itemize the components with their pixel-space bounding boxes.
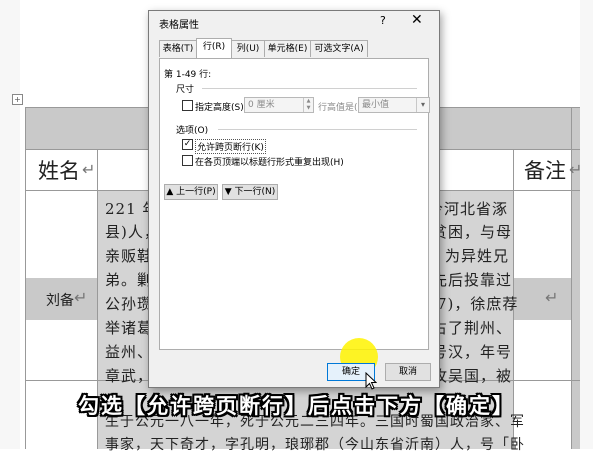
- bio-line-right: 7)，徐庶荐: [437, 295, 519, 313]
- next-row-button[interactable]: ▼ 下一行(N): [222, 184, 278, 200]
- height-value: 0 厘米: [248, 100, 275, 110]
- chevron-down-icon: ▾: [416, 98, 429, 112]
- height-spinner[interactable]: 0 厘米 ▲ ▼: [244, 97, 314, 113]
- tab-row[interactable]: 行(R): [196, 38, 232, 58]
- paragraph-mark-icon: ↵: [74, 288, 88, 307]
- up-arrow-icon: ▲: [166, 187, 177, 197]
- bio-line-right: 攻吴国，被: [432, 367, 513, 385]
- instruction-caption: 勾选【允许跨页断行】后点击下方【确定】: [78, 394, 515, 418]
- mouse-pointer-icon: [365, 372, 377, 390]
- tab-table[interactable]: 表格(T): [159, 40, 197, 57]
- row-name-cell: 刘备: [46, 293, 74, 309]
- allow-row-break-label: 允许跨页断行(K): [195, 139, 266, 154]
- tab-column[interactable]: 列(U): [231, 40, 265, 57]
- header-name-cell: 姓名: [38, 159, 80, 183]
- rows-range-label: 第 1-49 行:: [164, 70, 212, 80]
- cancel-button[interactable]: 取消: [385, 363, 431, 381]
- down-arrow-icon: ▼: [224, 187, 235, 197]
- size-group-divider: [202, 88, 417, 89]
- specify-height-checkbox[interactable]: [182, 100, 193, 111]
- bio-line-right: 贫困，与母: [432, 223, 513, 241]
- options-group-divider: [218, 129, 417, 130]
- row-height-is-select[interactable]: 最小值 ▾: [358, 97, 430, 113]
- paragraph-mark-icon: ↵: [569, 160, 583, 179]
- bio-line-right: 为异姓兄: [445, 247, 510, 265]
- help-icon[interactable]: ?: [380, 14, 386, 27]
- dialog-title: 表格属性: [159, 20, 199, 31]
- paragraph-mark-icon: ↵: [82, 160, 96, 179]
- bio-line-right: 今河北省涿: [428, 200, 509, 218]
- bio-line-right: 号汉，年号: [432, 343, 513, 361]
- bio-line-right: 占了荆州、: [432, 319, 513, 337]
- row-height-is-value: 最小值: [362, 100, 390, 110]
- prev-row-button[interactable]: ▲ 上一行(P): [164, 184, 218, 200]
- repeat-header-label: 在各页顶端以标题行形式重复出现(H): [195, 158, 344, 168]
- prev-row-label: 上一行(P): [176, 187, 216, 197]
- tab-cell[interactable]: 单元格(E): [264, 40, 311, 57]
- table-move-handle-icon[interactable]: +: [12, 94, 23, 105]
- paragraph-mark-icon: ↵: [545, 288, 559, 307]
- close-icon[interactable]: ✕: [411, 12, 423, 28]
- row-tab-panel: 第 1-49 行: 尺寸 指定高度(S): 0 厘米 ▲ ▼ 行高值是(I): 最…: [159, 58, 430, 350]
- allow-row-break-checkbox[interactable]: ✓: [182, 139, 193, 150]
- note-row-shading: [513, 278, 571, 320]
- specify-height-label: 指定高度(S):: [195, 103, 247, 113]
- repeat-header-checkbox[interactable]: [182, 155, 193, 166]
- bio-line-right: 先后投靠过: [432, 271, 513, 289]
- header-note-cell: 备注: [524, 159, 566, 183]
- next-row-label: 下一行(N): [234, 187, 276, 197]
- size-group-label: 尺寸: [176, 85, 195, 95]
- tab-alt-text[interactable]: 可选文字(A): [310, 40, 368, 57]
- bio-line: 事家，天下奇才，字孔明，琅琊郡（今山东省沂南）人，号「卧: [105, 437, 525, 453]
- table-properties-dialog: 表格属性 ? ✕ 表格(T) 行(R) 列(U) 单元格(E) 可选文字(A) …: [148, 10, 440, 388]
- options-group-label: 选项(O): [176, 126, 209, 136]
- spinner-arrows-icon[interactable]: ▲ ▼: [303, 98, 313, 112]
